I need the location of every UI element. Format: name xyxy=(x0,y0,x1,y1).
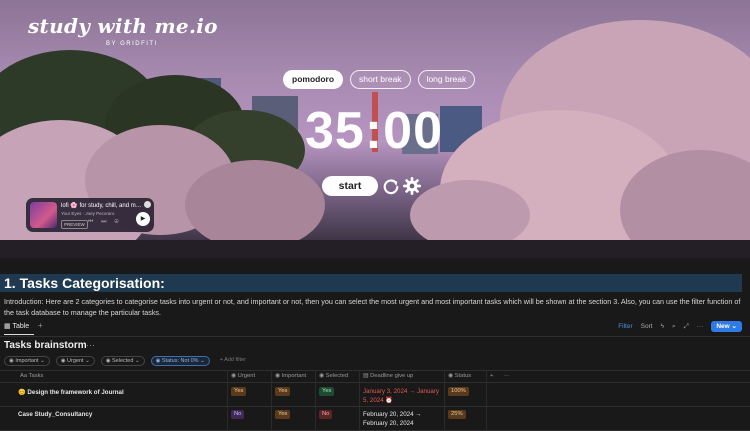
table-header: Aa Tasks ◉ Urgent ◉ Important ◉ Selected… xyxy=(0,370,750,383)
urgent-tag[interactable]: Yes xyxy=(231,387,247,396)
logo-text: study with me.io xyxy=(28,14,218,38)
filter-selected-label: Selected xyxy=(112,358,134,364)
more-options-icon[interactable]: ··· xyxy=(697,323,704,330)
new-button-label: New xyxy=(716,323,730,330)
selected-tag[interactable]: Yes xyxy=(319,387,335,396)
deadline-text-cont[interactable]: February 20, 2024 xyxy=(363,419,414,428)
deadline-text[interactable]: February 20, 2024 → xyxy=(363,410,421,419)
site-logo[interactable]: study with me.io BY GRIDFITI xyxy=(28,14,218,47)
logo-subtext: BY GRIDFITI xyxy=(106,41,158,47)
add-column-icon[interactable]: + xyxy=(490,373,493,379)
settings-gear-icon[interactable] xyxy=(403,177,421,195)
deadline-text-cont[interactable]: 5, 2024 ⏰ xyxy=(363,396,393,405)
tab-table[interactable]: ▦ Table xyxy=(4,322,29,330)
mode-pomodoro-button[interactable]: pomodoro xyxy=(283,70,344,89)
filter-status[interactable]: ◉ Status: Not 0% ⌄ xyxy=(150,356,210,366)
new-button[interactable]: New ⌄ xyxy=(711,321,742,332)
column-more-icon[interactable]: ··· xyxy=(504,373,510,379)
filter-bar: ◉ Important ⌄ ◉ Urgent ⌄ ◉ Selected ⌄ ◉ … xyxy=(4,356,250,366)
reset-icon[interactable] xyxy=(382,177,400,195)
urgent-tag[interactable]: No xyxy=(231,410,245,419)
filter-selected[interactable]: ◉ Selected ⌄ xyxy=(100,356,145,366)
album-art xyxy=(30,202,57,228)
ground xyxy=(0,240,750,258)
music-player: lofi 🌸 for study, chill, and m… Your Eye… xyxy=(26,198,154,232)
column-header-important[interactable]: ◉ Important xyxy=(275,373,306,379)
toolbar-divider xyxy=(0,336,750,337)
column-header-status[interactable]: ◉ Status xyxy=(448,373,471,379)
column-header-selected-label: Selected xyxy=(325,373,349,379)
column-header-urgent[interactable]: ◉ Urgent xyxy=(231,373,255,379)
player-controls[interactable]: ⏮ ⏭ ⊕ xyxy=(88,219,122,226)
track-title[interactable]: lofi 🌸 for study, chill, and m… xyxy=(61,202,143,209)
task-name[interactable]: Case Study_Consultancy xyxy=(18,411,92,418)
spotify-icon xyxy=(144,201,151,208)
important-tag[interactable]: Yes xyxy=(275,410,291,419)
table-row[interactable]: 😊 Design the framework of Journal Yes Ye… xyxy=(0,383,750,407)
selected-tag[interactable]: No xyxy=(319,410,333,419)
column-header-tasks[interactable]: Aa Tasks xyxy=(20,373,43,379)
add-filter-button[interactable]: + Add filter xyxy=(216,356,250,366)
filter-status-label: Status: Not 0% xyxy=(161,358,199,364)
database-more-icon[interactable]: ··· xyxy=(86,340,95,350)
database-tools: Filter Sort ϟ ⌕ ⤢ ··· New ⌄ xyxy=(618,321,742,332)
column-header-status-label: Status xyxy=(454,373,472,379)
column-header-selected[interactable]: ◉ Selected xyxy=(319,373,348,379)
search-icon[interactable]: ⌕ xyxy=(672,323,676,331)
automation-icon[interactable]: ϟ xyxy=(661,323,664,330)
timer-display: 35:00 xyxy=(305,102,443,160)
status-badge[interactable]: 100% xyxy=(448,387,469,396)
column-header-important-label: Important xyxy=(281,373,307,379)
tab-table-label: Table xyxy=(12,323,30,330)
preview-badge: PREVIEW xyxy=(61,220,88,229)
intro-paragraph: Introduction: Here are 2 categories to c… xyxy=(4,297,741,317)
important-tag[interactable]: Yes xyxy=(275,387,291,396)
pomodoro-hero: study with me.io BY GRIDFITI pomodoro sh… xyxy=(0,0,750,258)
column-header-deadline-label: Deadline give up xyxy=(370,373,414,379)
section-heading: 1. Tasks Categorisation: xyxy=(0,274,742,292)
task-name[interactable]: 😊 Design the framework of Journal xyxy=(18,388,124,396)
sort-button[interactable]: Sort xyxy=(641,323,653,330)
expand-icon[interactable]: ⤢ xyxy=(684,323,689,331)
blossom xyxy=(185,160,325,250)
view-toolbar: ▦ Table + Filter Sort ϟ ⌕ ⤢ ··· New ⌄ xyxy=(0,321,750,335)
mode-long-break-button[interactable]: long break xyxy=(417,70,476,89)
column-header-deadline[interactable]: ▤ Deadline give up xyxy=(363,373,413,379)
deadline-text[interactable]: January 3, 2024 → January xyxy=(363,387,439,396)
status-badge[interactable]: 25% xyxy=(448,410,466,419)
add-view-icon[interactable]: + xyxy=(38,321,43,330)
filter-urgent[interactable]: ◉ Urgent ⌄ xyxy=(55,356,95,366)
column-header-tasks-label: Tasks xyxy=(28,373,44,379)
track-artist[interactable]: Your Eyes · Joey Pecoraro xyxy=(61,211,114,216)
active-tab-indicator xyxy=(4,334,34,335)
column-header-urgent-label: Urgent xyxy=(237,373,256,379)
mode-short-break-button[interactable]: short break xyxy=(350,70,411,89)
blossom xyxy=(410,180,530,250)
filter-button[interactable]: Filter xyxy=(618,323,632,330)
timer-mode-tabs: pomodoro short break long break xyxy=(283,70,476,89)
filter-urgent-label: Urgent xyxy=(67,358,84,364)
table-row[interactable]: Case Study_Consultancy No Yes No Februar… xyxy=(0,407,750,431)
start-button[interactable]: start xyxy=(322,176,378,196)
filter-important-label: Important xyxy=(15,358,39,364)
database-title[interactable]: Tasks brainstorm xyxy=(4,340,87,351)
play-icon[interactable]: ▶ xyxy=(136,212,150,226)
filter-important[interactable]: ◉ Important ⌄ xyxy=(4,356,50,366)
